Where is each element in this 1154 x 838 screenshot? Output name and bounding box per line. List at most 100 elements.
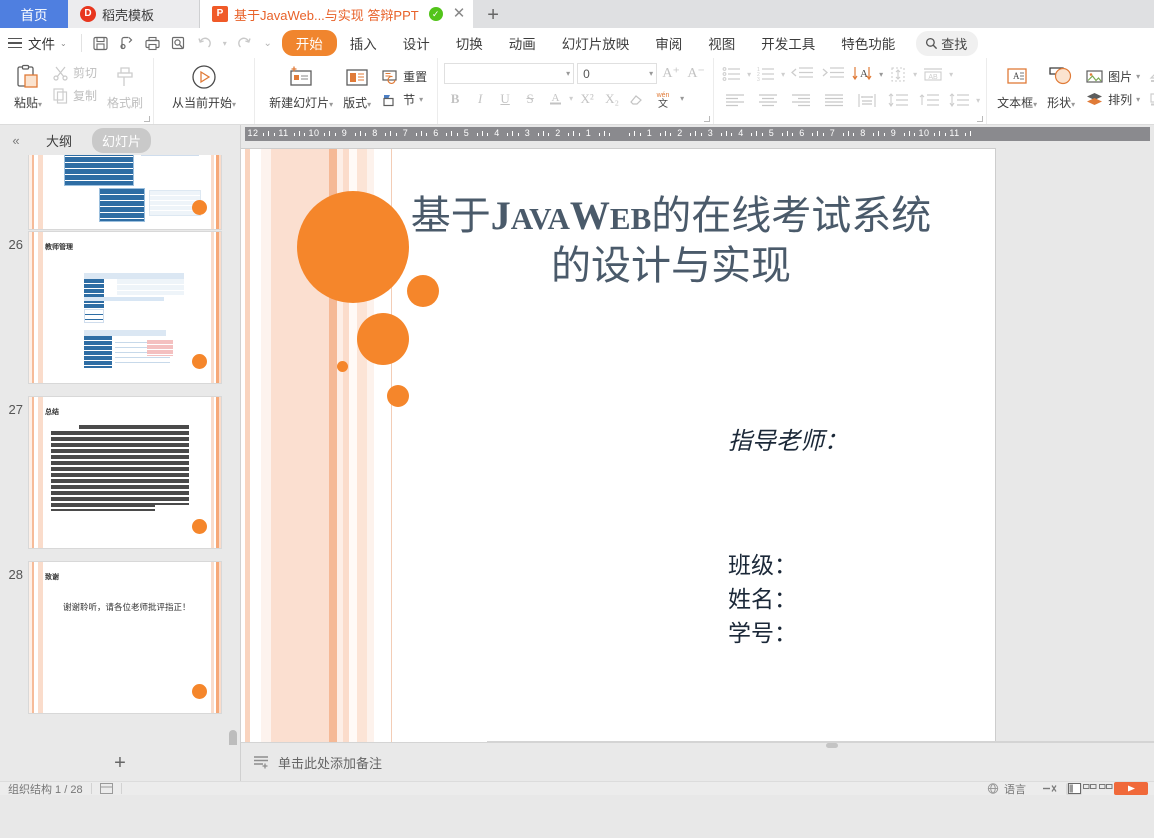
new-slide-button[interactable]: 新建幻灯片▾ [265, 61, 337, 113]
tab-slides[interactable]: 幻灯片 [92, 127, 152, 153]
clipboard-expander[interactable] [144, 116, 151, 122]
slide-thumbnail-list[interactable]: 25 26 [0, 155, 240, 745]
menu-divider [80, 34, 82, 52]
ruler-tick [761, 132, 763, 136]
pinyin-guide-button[interactable]: wén 文 [651, 88, 677, 109]
layout-button[interactable]: 版式▾ [337, 61, 377, 113]
redo-icon[interactable] [232, 31, 258, 55]
thumb-body-text: 谢谢聆听，请各位老师批评指正！ [63, 602, 191, 612]
ruler-tick [273, 132, 275, 136]
font-size-input[interactable]: 0 ▾ [577, 63, 658, 84]
normal-view-button[interactable] [1066, 782, 1082, 795]
font-name-input[interactable]: ▾ [444, 63, 575, 84]
language-status[interactable]: 语言 [979, 782, 1034, 795]
tab-transition[interactable]: 切换 [443, 31, 496, 55]
undo-icon[interactable] [192, 31, 218, 55]
slide-thumbnail[interactable]: 致谢 谢谢聆听，请各位老师批评指正！ [28, 561, 222, 714]
tab-animation[interactable]: 动画 [496, 31, 549, 55]
distribute-icon [858, 93, 876, 107]
search-button[interactable]: 查找 [916, 30, 979, 56]
tab-outline[interactable]: 大纲 [36, 128, 82, 153]
undo-dropdown-icon[interactable]: ▾ [218, 31, 232, 55]
pinyin-dropdown-icon[interactable]: ▾ [680, 94, 684, 103]
tab-insert[interactable]: 插入 [337, 31, 390, 55]
print-icon[interactable] [140, 31, 166, 55]
print-preview-icon[interactable] [114, 31, 140, 55]
thumbnail-item-25[interactable]: 25 [2, 155, 240, 231]
tab-features[interactable]: 特色功能 [828, 31, 908, 55]
collapse-panel-icon[interactable]: « [6, 133, 26, 148]
teacher-field[interactable]: 指导老师： [728, 421, 848, 456]
shape-button[interactable]: 形状▾ [1041, 61, 1081, 113]
paragraph-group: ▾ 123 ▾ A ▾ ▾ AB ▾ ▾ [713, 58, 986, 124]
tab-slideshow[interactable]: 幻灯片放映 [549, 31, 643, 55]
ruler-label: 6 [799, 128, 805, 138]
reset-label: 重置 [403, 70, 428, 84]
tab-view[interactable]: 视图 [695, 31, 748, 55]
numbered-list-button: 123 [754, 63, 778, 85]
line-spacing-menu-icon [949, 93, 970, 107]
notes-pane[interactable]: 单击此处添加备注 [241, 742, 1154, 781]
text-direction-dropdown-icon[interactable]: ▾ [879, 70, 883, 79]
thumb-stripes [29, 562, 43, 713]
notes-splitter[interactable] [487, 741, 1154, 742]
reset-button[interactable]: 重置 [377, 65, 431, 88]
add-slide-button[interactable]: + [0, 745, 240, 781]
font-expander[interactable] [704, 116, 711, 122]
thumbnail-item-27[interactable]: 27 总结 [2, 396, 240, 561]
slide-thumbnail[interactable]: 教师管理 [28, 231, 222, 384]
horizontal-ruler[interactable]: 12 11 10 9 8 7 6 5 4 3 2 1 1 2 3 4 5 6 7 8 9 10 11 [241, 125, 1154, 143]
close-tab-icon[interactable]: ✕ [449, 6, 468, 23]
ruler-tick-major [298, 131, 300, 136]
home-tab[interactable]: 首页 [0, 0, 68, 28]
from-current-slide-button[interactable]: 从当前开始▾ [168, 61, 240, 113]
ruler-tick-major [512, 131, 514, 136]
document-tab[interactable]: P 基于JavaWeb...与实现 答辩PPT ✓ ✕ [200, 0, 474, 28]
thumbnail-item-26[interactable]: 26 教师管理 [2, 231, 240, 396]
thumbnail-scrollbar[interactable] [229, 730, 237, 745]
menu-hamburger-icon[interactable] [8, 35, 22, 52]
eraser-icon [630, 95, 643, 105]
customize-quick-access-icon[interactable]: ⌄ [258, 31, 278, 55]
new-tab-button[interactable]: + [473, 5, 513, 25]
tab-design[interactable]: 设计 [390, 31, 443, 55]
find-icon[interactable] [166, 31, 192, 55]
slide-title[interactable]: 基于JAVAWEB的在线考试系统 的设计与实现 [371, 191, 971, 291]
tab-review[interactable]: 审阅 [642, 31, 695, 55]
current-slide[interactable]: 基于JAVAWEB的在线考试系统 的设计与实现 指导老师： 班级： 姓名： 学号… [241, 149, 995, 742]
thumbnail-item-28[interactable]: 28 致谢 谢谢聆听，请各位老师批评指正！ [2, 561, 240, 726]
arrange-button[interactable]: 排列 ▾ [1081, 88, 1144, 111]
ruler-tick [639, 132, 641, 136]
section-button[interactable]: 节 ▾ [377, 88, 431, 111]
ruler-tick-major [634, 131, 636, 136]
ruler-tick [903, 132, 905, 136]
reading-view-button[interactable] [1098, 783, 1114, 795]
slide-sorter-button[interactable] [1082, 783, 1098, 795]
student-info-block[interactable]: 班级： 姓名： 学号： [728, 549, 797, 651]
start-slideshow-button[interactable] [1114, 782, 1148, 795]
file-menu[interactable]: 文件 ⌄ [22, 33, 75, 53]
slide-thumbnail[interactable] [28, 155, 222, 230]
textbox-button[interactable]: A 文本框▾ [993, 61, 1041, 113]
text-direction-button[interactable]: A [850, 63, 876, 85]
picture-button[interactable]: 图片 ▾ [1081, 65, 1144, 88]
paragraph-expander[interactable] [977, 116, 984, 122]
docer-tab[interactable]: D 稻壳模板 [68, 0, 200, 28]
textbox-icon: A [1002, 63, 1032, 93]
zoom-out-button[interactable] [1034, 783, 1066, 794]
tab-devtools[interactable]: 开发工具 [748, 31, 828, 55]
ruler-tick [914, 132, 915, 136]
ruler-label: 9 [341, 128, 348, 138]
save-icon[interactable] [88, 31, 114, 55]
tab-start[interactable]: 开始 [281, 30, 337, 56]
format-brush-icon [112, 63, 138, 93]
slide-thumbnail[interactable]: 总结 [28, 396, 222, 549]
ruler-tick [934, 132, 935, 136]
notes-splitter-grip[interactable] [826, 743, 838, 748]
ruler-tick-major [390, 131, 392, 136]
thumb-title: 致谢 [45, 573, 59, 581]
section-status-icon[interactable] [92, 783, 121, 794]
paste-button[interactable]: 粘贴▾ [8, 61, 48, 113]
ruler-tick-major [481, 131, 483, 136]
textbox-label: 文本框 [997, 96, 1034, 110]
